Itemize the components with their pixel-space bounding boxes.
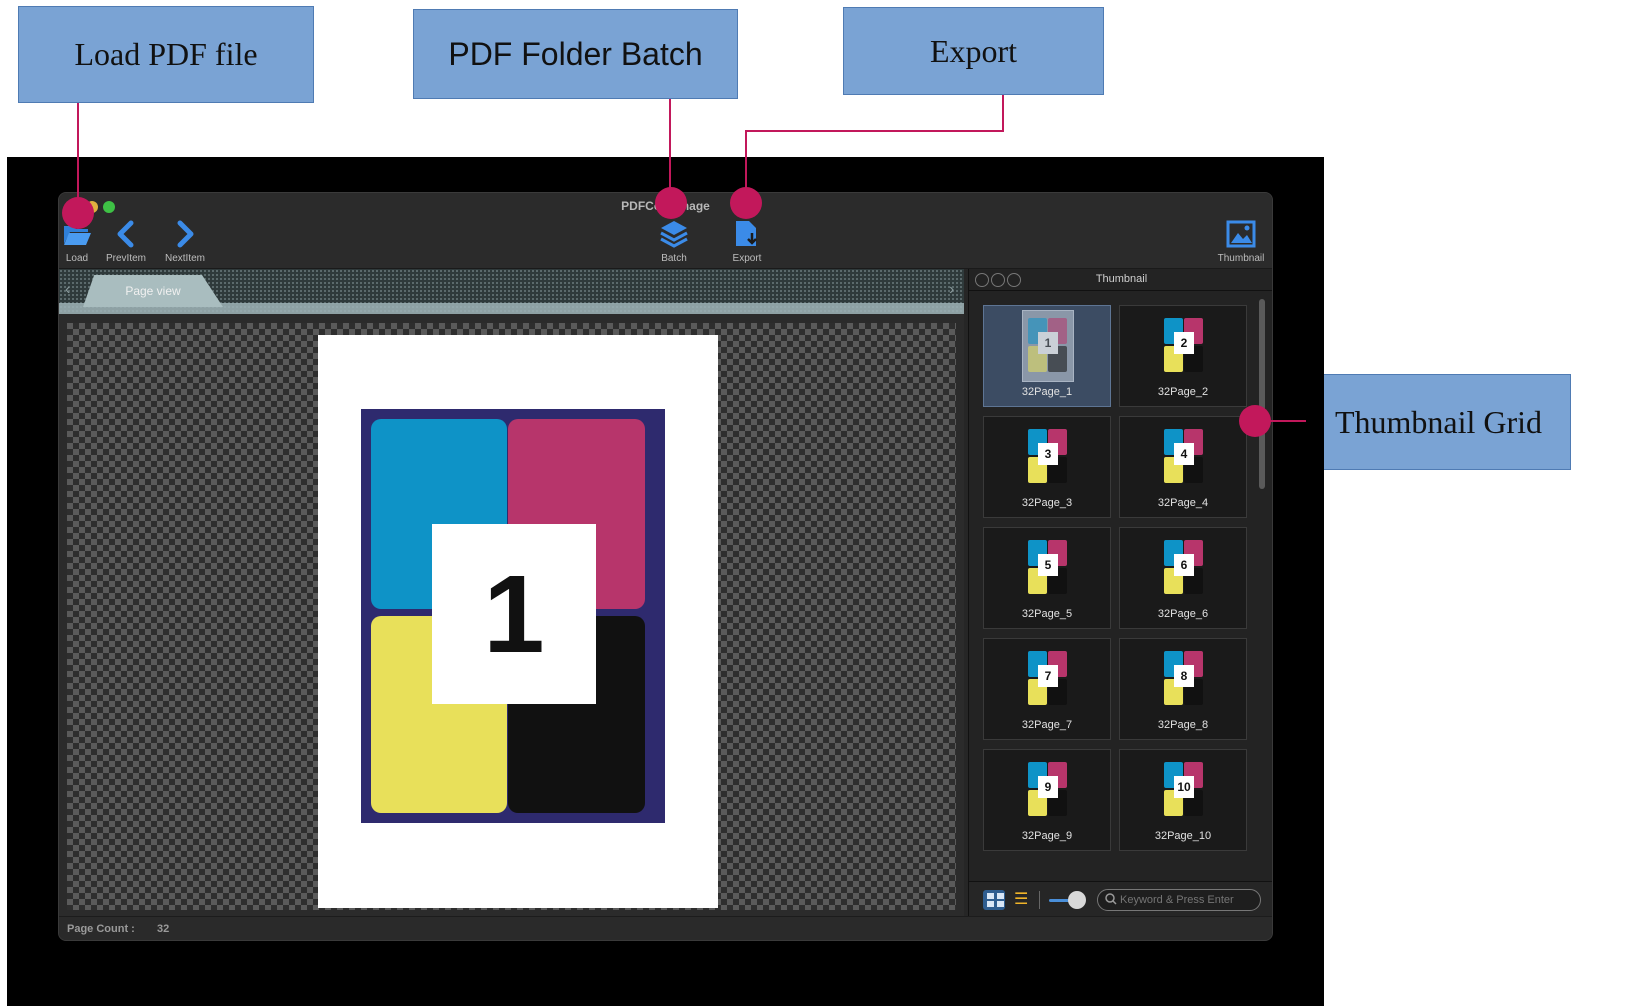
thumbnail-label: 32Page_7 xyxy=(1021,719,1073,731)
marker-batch xyxy=(655,187,687,219)
marker-load xyxy=(62,197,94,229)
thumbnail-item[interactable]: 3 32Page_3 xyxy=(983,416,1111,518)
page-view-pane: ‹ Page view › 1 xyxy=(59,269,964,916)
marker-thumbnail-grid xyxy=(1239,405,1271,437)
thumbnail-item[interactable]: 5 32Page_5 xyxy=(983,527,1111,629)
tab-strip: ‹ Page view › xyxy=(59,269,964,314)
thumbnail-image: 1 xyxy=(1028,318,1068,373)
document-download-icon xyxy=(729,217,765,251)
thumbnail-item[interactable]: 4 32Page_4 xyxy=(1119,416,1247,518)
chevron-left-icon xyxy=(108,217,144,251)
tab-scroll-right-icon[interactable]: › xyxy=(949,281,954,299)
thumbnail-panel: Thumbnail 1 32Page_1 2 32Page_2 3 32Page_3 4 32… xyxy=(968,269,1272,916)
callout-thumbnail-grid: Thumbnail Grid xyxy=(1306,374,1571,470)
thumbnail-number: 8 xyxy=(1174,665,1194,687)
page-count-label: Page Count : xyxy=(67,923,135,935)
thumbnail-item[interactable]: 1 32Page_1 xyxy=(983,305,1111,407)
grid-view-icon[interactable] xyxy=(983,890,1005,910)
thumbnail-image: 10 xyxy=(1164,762,1204,817)
thumbnail-image: 9 xyxy=(1028,762,1068,817)
thumbnail-label: 32Page_8 xyxy=(1157,719,1209,731)
export-button[interactable]: Export xyxy=(717,217,777,267)
thumbnail-item[interactable]: 7 32Page_7 xyxy=(983,638,1111,740)
thumbnail-image: 6 xyxy=(1164,540,1204,595)
thumbnail-number: 3 xyxy=(1038,443,1058,465)
thumbnail-item[interactable]: 2 32Page_2 xyxy=(1119,305,1247,407)
thumbnail-number: 2 xyxy=(1174,332,1194,354)
thumbnail-item[interactable]: 8 32Page_8 xyxy=(1119,638,1247,740)
thumbnail-number: 4 xyxy=(1174,443,1194,465)
list-view-icon[interactable]: ☰ xyxy=(1014,891,1032,909)
thumbnail-item[interactable]: 10 32Page_10 xyxy=(1119,749,1247,851)
callout-load-pdf: Load PDF file xyxy=(18,6,314,103)
slider-knob[interactable] xyxy=(1068,891,1086,909)
callout-export: Export xyxy=(843,7,1104,95)
status-bar: Page Count : 32 xyxy=(59,916,1272,940)
prev-item-button[interactable]: PrevItem xyxy=(96,217,156,267)
search-input[interactable] xyxy=(1097,889,1261,911)
thumbnail-label: 32Page_9 xyxy=(1021,830,1073,842)
page-artwork: 1 xyxy=(361,409,665,823)
thumbnail-grid: 1 32Page_1 2 32Page_2 3 32Page_3 4 32Page_4 5 32P… xyxy=(983,305,1249,891)
thumbnail-image: 4 xyxy=(1164,429,1204,484)
thumbnail-label: 32Page_2 xyxy=(1157,386,1209,398)
thumbnail-footer: ☰ xyxy=(969,881,1272,916)
thumbnail-image: 3 xyxy=(1028,429,1068,484)
thumbnail-item[interactable]: 9 32Page_9 xyxy=(983,749,1111,851)
thumbnail-number: 10 xyxy=(1174,776,1194,798)
thumbnail-panel-header: Thumbnail xyxy=(969,269,1272,291)
chevron-right-icon xyxy=(167,217,203,251)
thumbnail-item[interactable]: 6 32Page_6 xyxy=(1119,527,1247,629)
image-icon xyxy=(1223,217,1259,251)
search-icon xyxy=(1105,893,1117,905)
tab-scroll-left-icon[interactable]: ‹ xyxy=(65,281,70,299)
leader-export-down xyxy=(1002,95,1004,131)
thumbnail-number: 9 xyxy=(1038,776,1058,798)
leader-export-across xyxy=(745,130,1004,132)
callout-pdf-folder-batch: PDF Folder Batch xyxy=(413,9,738,99)
thumbnail-number: 1 xyxy=(1038,332,1058,354)
thumbnail-number: 7 xyxy=(1038,665,1058,687)
pdf-page-preview: 1 xyxy=(318,335,718,908)
thumbnail-scrollbar[interactable] xyxy=(1259,299,1265,489)
thumbnail-label: 32Page_3 xyxy=(1021,497,1073,509)
thumbnail-toggle-button[interactable]: Thumbnail xyxy=(1211,217,1271,267)
thumbnail-label: 32Page_6 xyxy=(1157,608,1209,620)
marker-export xyxy=(730,187,762,219)
page-canvas[interactable]: 1 xyxy=(67,323,956,910)
layers-icon xyxy=(656,217,692,251)
thumbnail-label: 32Page_5 xyxy=(1021,608,1073,620)
page-count-value: 32 xyxy=(157,923,170,935)
thumbnail-number: 5 xyxy=(1038,554,1058,576)
thumbnail-image: 2 xyxy=(1164,318,1204,373)
batch-button[interactable]: Batch xyxy=(644,217,704,267)
thumbnail-label: 32Page_4 xyxy=(1157,497,1209,509)
app-window: PDFConvImage Load PrevItem NextItem Batc… xyxy=(58,192,1273,941)
thumbnail-number: 6 xyxy=(1174,554,1194,576)
page-number-label: 1 xyxy=(432,524,596,704)
leader-load xyxy=(77,103,79,209)
thumbnail-label: 32Page_10 xyxy=(1154,830,1212,842)
thumbnail-image: 7 xyxy=(1028,651,1068,706)
footer-divider xyxy=(1039,891,1040,909)
thumbnail-panel-title: Thumbnail xyxy=(1095,273,1148,285)
thumbnail-image: 8 xyxy=(1164,651,1204,706)
thumbnail-label: 32Page_1 xyxy=(1021,386,1073,398)
next-item-button[interactable]: NextItem xyxy=(155,217,215,267)
tab-page-view[interactable]: Page view xyxy=(83,275,223,307)
thumbnail-image: 5 xyxy=(1028,540,1068,595)
